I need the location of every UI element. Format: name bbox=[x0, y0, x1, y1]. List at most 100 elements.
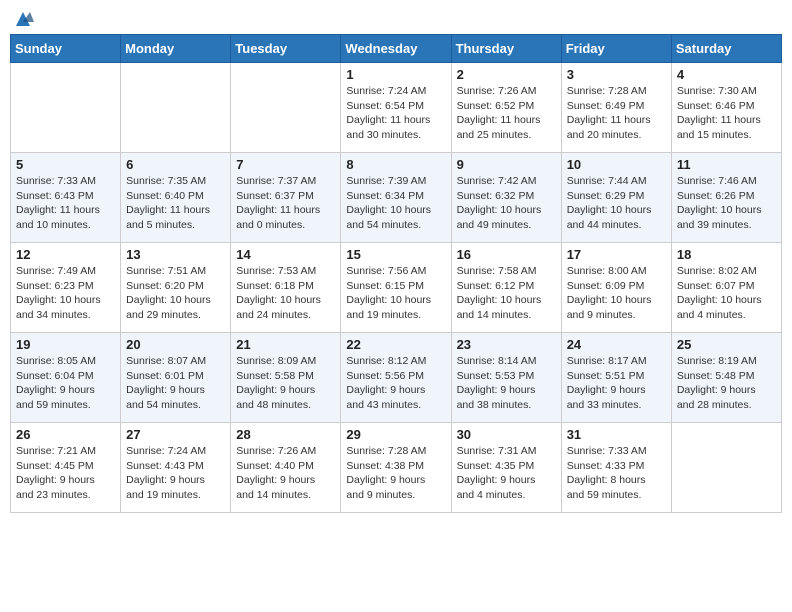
calendar-week-1: 5 Sunrise: 7:33 AM Sunset: 6:43 PM Daylig… bbox=[11, 153, 782, 243]
day-info: Sunrise: 8:17 AM Sunset: 5:51 PM Dayligh… bbox=[567, 354, 666, 413]
calendar-cell: 25 Sunrise: 8:19 AM Sunset: 5:48 PM Dayli… bbox=[671, 333, 781, 423]
day-info: Sunrise: 7:31 AM Sunset: 4:35 PM Dayligh… bbox=[457, 444, 556, 503]
day-info: Sunrise: 7:26 AM Sunset: 6:52 PM Dayligh… bbox=[457, 84, 556, 143]
day-info: Sunrise: 8:12 AM Sunset: 5:56 PM Dayligh… bbox=[346, 354, 445, 413]
calendar-cell: 16 Sunrise: 7:58 AM Sunset: 6:12 PM Dayli… bbox=[451, 243, 561, 333]
calendar-cell: 13 Sunrise: 7:51 AM Sunset: 6:20 PM Dayli… bbox=[121, 243, 231, 333]
day-info: Sunrise: 7:42 AM Sunset: 6:32 PM Dayligh… bbox=[457, 174, 556, 233]
calendar-week-0: 1Sunrise: 7:24 AM Sunset: 6:54 PM Daylig… bbox=[11, 63, 782, 153]
logo-icon bbox=[12, 8, 34, 30]
calendar-cell: 11 Sunrise: 7:46 AM Sunset: 6:26 PM Dayli… bbox=[671, 153, 781, 243]
calendar-cell: 15Sunrise: 7:56 AM Sunset: 6:15 PM Dayli… bbox=[341, 243, 451, 333]
day-info: Sunrise: 7:58 AM Sunset: 6:12 PM Dayligh… bbox=[457, 264, 556, 323]
calendar-cell: 28 Sunrise: 7:26 AM Sunset: 4:40 PM Dayli… bbox=[231, 423, 341, 513]
day-info: Sunrise: 7:30 AM Sunset: 6:46 PM Dayligh… bbox=[677, 84, 776, 143]
calendar-cell: 24 Sunrise: 8:17 AM Sunset: 5:51 PM Dayli… bbox=[561, 333, 671, 423]
day-number: 10 bbox=[567, 157, 666, 172]
day-number: 23 bbox=[457, 337, 556, 352]
calendar-cell: 9 Sunrise: 7:42 AM Sunset: 6:32 PM Daylig… bbox=[451, 153, 561, 243]
calendar-cell bbox=[231, 63, 341, 153]
day-info: Sunrise: 7:51 AM Sunset: 6:20 PM Dayligh… bbox=[126, 264, 225, 323]
day-number: 2 bbox=[457, 67, 556, 82]
day-info: Sunrise: 7:44 AM Sunset: 6:29 PM Dayligh… bbox=[567, 174, 666, 233]
day-number: 24 bbox=[567, 337, 666, 352]
day-info: Sunrise: 7:37 AM Sunset: 6:37 PM Dayligh… bbox=[236, 174, 335, 233]
calendar-cell: 18 Sunrise: 8:02 AM Sunset: 6:07 PM Dayli… bbox=[671, 243, 781, 333]
day-number: 27 bbox=[126, 427, 225, 442]
day-info: Sunrise: 7:56 AM Sunset: 6:15 PM Dayligh… bbox=[346, 264, 445, 323]
weekday-header-sunday: Sunday bbox=[11, 35, 121, 63]
day-number: 1 bbox=[346, 67, 445, 82]
calendar-cell: 19 Sunrise: 8:05 AM Sunset: 6:04 PM Dayli… bbox=[11, 333, 121, 423]
day-number: 20 bbox=[126, 337, 225, 352]
calendar-cell: 21Sunrise: 8:09 AM Sunset: 5:58 PM Dayli… bbox=[231, 333, 341, 423]
day-number: 28 bbox=[236, 427, 335, 442]
day-info: Sunrise: 8:00 AM Sunset: 6:09 PM Dayligh… bbox=[567, 264, 666, 323]
calendar-cell: 14Sunrise: 7:53 AM Sunset: 6:18 PM Dayli… bbox=[231, 243, 341, 333]
calendar-cell: 27 Sunrise: 7:24 AM Sunset: 4:43 PM Dayli… bbox=[121, 423, 231, 513]
day-info: Sunrise: 7:53 AM Sunset: 6:18 PM Dayligh… bbox=[236, 264, 335, 323]
calendar-week-4: 26 Sunrise: 7:21 AM Sunset: 4:45 PM Dayli… bbox=[11, 423, 782, 513]
day-info: Sunrise: 8:19 AM Sunset: 5:48 PM Dayligh… bbox=[677, 354, 776, 413]
day-number: 31 bbox=[567, 427, 666, 442]
page-header bbox=[10, 10, 782, 26]
calendar-cell: 26 Sunrise: 7:21 AM Sunset: 4:45 PM Dayli… bbox=[11, 423, 121, 513]
calendar-cell: 8 Sunrise: 7:39 AM Sunset: 6:34 PM Daylig… bbox=[341, 153, 451, 243]
calendar-cell: 31 Sunrise: 7:33 AM Sunset: 4:33 PM Dayli… bbox=[561, 423, 671, 513]
calendar-cell: 7 Sunrise: 7:37 AM Sunset: 6:37 PM Daylig… bbox=[231, 153, 341, 243]
day-info: Sunrise: 7:33 AM Sunset: 6:43 PM Dayligh… bbox=[16, 174, 115, 233]
day-number: 26 bbox=[16, 427, 115, 442]
weekday-header-tuesday: Tuesday bbox=[231, 35, 341, 63]
day-info: Sunrise: 8:02 AM Sunset: 6:07 PM Dayligh… bbox=[677, 264, 776, 323]
calendar-cell: 5 Sunrise: 7:33 AM Sunset: 6:43 PM Daylig… bbox=[11, 153, 121, 243]
calendar-cell bbox=[11, 63, 121, 153]
calendar-cell: 3 Sunrise: 7:28 AM Sunset: 6:49 PM Daylig… bbox=[561, 63, 671, 153]
calendar-cell: 10 Sunrise: 7:44 AM Sunset: 6:29 PM Dayli… bbox=[561, 153, 671, 243]
calendar-week-2: 12 Sunrise: 7:49 AM Sunset: 6:23 PM Dayli… bbox=[11, 243, 782, 333]
weekday-header-saturday: Saturday bbox=[671, 35, 781, 63]
day-number: 12 bbox=[16, 247, 115, 262]
logo bbox=[10, 10, 34, 26]
day-number: 8 bbox=[346, 157, 445, 172]
day-info: Sunrise: 7:26 AM Sunset: 4:40 PM Dayligh… bbox=[236, 444, 335, 503]
calendar-cell: 17Sunrise: 8:00 AM Sunset: 6:09 PM Dayli… bbox=[561, 243, 671, 333]
day-number: 13 bbox=[126, 247, 225, 262]
day-info: Sunrise: 7:28 AM Sunset: 6:49 PM Dayligh… bbox=[567, 84, 666, 143]
day-number: 9 bbox=[457, 157, 556, 172]
calendar-cell: 6 Sunrise: 7:35 AM Sunset: 6:40 PM Daylig… bbox=[121, 153, 231, 243]
day-info: Sunrise: 8:07 AM Sunset: 6:01 PM Dayligh… bbox=[126, 354, 225, 413]
day-info: Sunrise: 8:14 AM Sunset: 5:53 PM Dayligh… bbox=[457, 354, 556, 413]
calendar-cell: 22Sunrise: 8:12 AM Sunset: 5:56 PM Dayli… bbox=[341, 333, 451, 423]
day-number: 25 bbox=[677, 337, 776, 352]
day-number: 16 bbox=[457, 247, 556, 262]
day-number: 6 bbox=[126, 157, 225, 172]
calendar-cell: 20 Sunrise: 8:07 AM Sunset: 6:01 PM Dayli… bbox=[121, 333, 231, 423]
day-number: 18 bbox=[677, 247, 776, 262]
calendar-cell: 29Sunrise: 7:28 AM Sunset: 4:38 PM Dayli… bbox=[341, 423, 451, 513]
day-number: 11 bbox=[677, 157, 776, 172]
day-info: Sunrise: 7:33 AM Sunset: 4:33 PM Dayligh… bbox=[567, 444, 666, 503]
calendar-cell: 23 Sunrise: 8:14 AM Sunset: 5:53 PM Dayli… bbox=[451, 333, 561, 423]
day-info: Sunrise: 7:39 AM Sunset: 6:34 PM Dayligh… bbox=[346, 174, 445, 233]
day-info: Sunrise: 7:24 AM Sunset: 4:43 PM Dayligh… bbox=[126, 444, 225, 503]
day-number: 3 bbox=[567, 67, 666, 82]
day-number: 7 bbox=[236, 157, 335, 172]
day-number: 19 bbox=[16, 337, 115, 352]
calendar-cell: 2 Sunrise: 7:26 AM Sunset: 6:52 PM Daylig… bbox=[451, 63, 561, 153]
calendar-week-3: 19 Sunrise: 8:05 AM Sunset: 6:04 PM Dayli… bbox=[11, 333, 782, 423]
weekday-header-friday: Friday bbox=[561, 35, 671, 63]
calendar-cell: 30Sunrise: 7:31 AM Sunset: 4:35 PM Dayli… bbox=[451, 423, 561, 513]
day-number: 4 bbox=[677, 67, 776, 82]
calendar-cell: 1Sunrise: 7:24 AM Sunset: 6:54 PM Daylig… bbox=[341, 63, 451, 153]
calendar-cell bbox=[671, 423, 781, 513]
calendar-cell: 12 Sunrise: 7:49 AM Sunset: 6:23 PM Dayli… bbox=[11, 243, 121, 333]
calendar-cell: 4 Sunrise: 7:30 AM Sunset: 6:46 PM Daylig… bbox=[671, 63, 781, 153]
day-number: 5 bbox=[16, 157, 115, 172]
day-info: Sunrise: 7:35 AM Sunset: 6:40 PM Dayligh… bbox=[126, 174, 225, 233]
day-info: Sunrise: 7:21 AM Sunset: 4:45 PM Dayligh… bbox=[16, 444, 115, 503]
day-info: Sunrise: 7:46 AM Sunset: 6:26 PM Dayligh… bbox=[677, 174, 776, 233]
weekday-header-monday: Monday bbox=[121, 35, 231, 63]
day-info: Sunrise: 7:49 AM Sunset: 6:23 PM Dayligh… bbox=[16, 264, 115, 323]
calendar-cell bbox=[121, 63, 231, 153]
day-info: Sunrise: 8:05 AM Sunset: 6:04 PM Dayligh… bbox=[16, 354, 115, 413]
